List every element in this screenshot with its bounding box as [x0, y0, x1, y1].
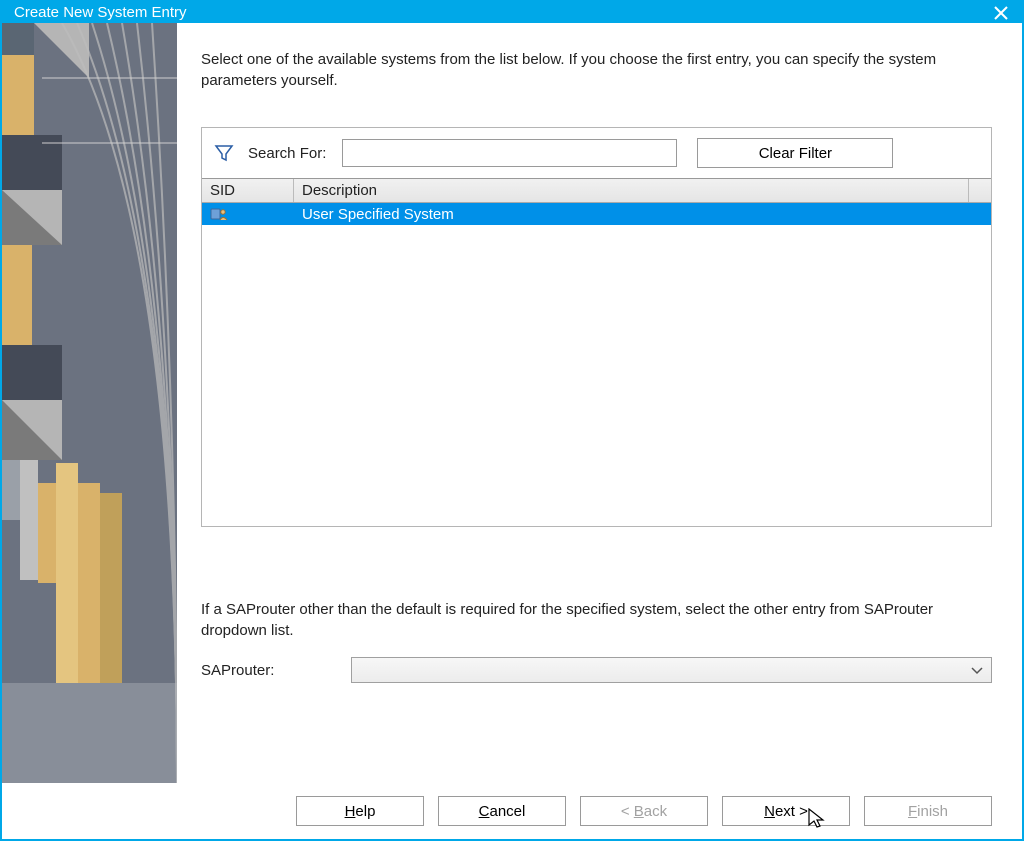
finish-button: Finish — [864, 796, 992, 826]
help-label-u: H — [345, 803, 356, 820]
dialog-window: Create New System Entry — [0, 0, 1024, 841]
back-label-rest: ack — [644, 803, 667, 820]
sidebar-decorative-image — [2, 23, 177, 783]
saprouter-dropdown[interactable] — [351, 657, 992, 683]
table-header: SID Description — [202, 179, 991, 203]
column-header-scroll — [969, 179, 991, 202]
filter-icon — [212, 141, 236, 165]
next-label-rest: ext — [775, 803, 795, 820]
content-area: Select one of the available systems from… — [177, 23, 1022, 783]
intro-text: Select one of the available systems from… — [201, 49, 992, 91]
user-system-icon — [210, 206, 228, 222]
systems-panel: Search For: Clear Filter SID Description — [201, 127, 992, 527]
main-row: Select one of the available systems from… — [2, 23, 1022, 783]
cell-sid — [202, 206, 294, 222]
saprouter-note: If a SAProuter other than the default is… — [201, 599, 992, 641]
filter-row: Search For: Clear Filter — [202, 134, 991, 178]
saprouter-row: SAProuter: — [201, 657, 992, 683]
finish-label-rest: inish — [917, 803, 948, 820]
help-label-rest: elp — [355, 803, 375, 820]
systems-table: SID Description — [202, 178, 991, 526]
body: Select one of the available systems from… — [2, 23, 1022, 839]
cancel-label-rest: ancel — [489, 803, 525, 820]
saprouter-label: SAProuter: — [201, 662, 341, 679]
search-input[interactable] — [342, 139, 677, 167]
back-button: < Back — [580, 796, 708, 826]
help-button[interactable]: Help — [296, 796, 424, 826]
finish-label-u: F — [908, 803, 917, 820]
next-label-u: N — [764, 803, 775, 820]
footer-buttons: Help Cancel < Back Next > Finish — [2, 783, 1022, 839]
cancel-button[interactable]: Cancel — [438, 796, 566, 826]
clear-filter-button[interactable]: Clear Filter — [697, 138, 893, 168]
search-label: Search For: — [248, 145, 326, 162]
chevron-down-icon — [971, 662, 983, 678]
table-body[interactable]: User Specified System — [202, 203, 991, 526]
titlebar: Create New System Entry — [2, 2, 1022, 23]
cancel-label-u: C — [479, 803, 490, 820]
table-row[interactable]: User Specified System — [202, 203, 991, 225]
window-title: Create New System Entry — [14, 4, 187, 21]
close-icon[interactable] — [992, 4, 1010, 22]
column-header-description[interactable]: Description — [294, 179, 969, 202]
next-button[interactable]: Next > — [722, 796, 850, 826]
back-label-u: B — [634, 803, 644, 820]
cell-description: User Specified System — [294, 206, 991, 223]
column-header-sid[interactable]: SID — [202, 179, 294, 202]
